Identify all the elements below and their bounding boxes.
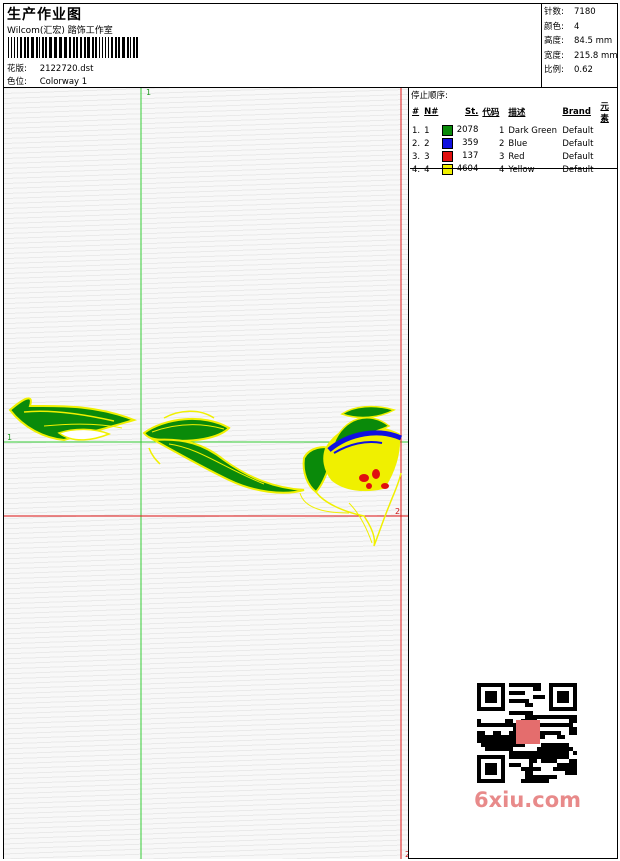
design-file-value: 2122720.dst (39, 64, 94, 74)
sequence-divider (410, 168, 617, 169)
stop-sequence-table: # N# St. 代码 描述 Brand 元素 1. 1 2078 1 Dark Gre… (410, 100, 617, 176)
col-num: N# (424, 107, 439, 117)
stat-scale-label: 比例: (544, 65, 564, 75)
stat-height-label: 高度: (544, 36, 564, 46)
row-index: 3. (412, 151, 421, 162)
col-hash: # (412, 107, 420, 117)
marker-1-top: 1 (146, 88, 151, 97)
row-desc: Blue (508, 138, 528, 149)
stats-divider (541, 3, 542, 87)
row-element (598, 163, 617, 176)
colorway-value: Colorway 1 (39, 77, 88, 87)
row-stitches-value: 2078 (456, 125, 479, 135)
stat-scale-value: 0.62 (574, 65, 593, 75)
row-brand: Default (562, 138, 594, 149)
row-number: 3 (424, 151, 430, 162)
row-code: 2 (498, 138, 505, 149)
marker-1-left: 1 (7, 433, 12, 442)
row-number: 4 (424, 164, 430, 175)
color-swatch (442, 151, 454, 162)
table-row: 4. 4 4604 4 Yellow Default (410, 163, 617, 176)
row-element (598, 137, 617, 150)
table-header-row: # N# St. 代码 描述 Brand 元素 (410, 100, 617, 124)
embroidery-preview: 1 1 2 2 (4, 88, 408, 859)
colorway-row: 色位: Colorway 1 (7, 75, 87, 87)
row-desc: Red (508, 151, 525, 162)
marker-2-bottom: 2 (405, 850, 408, 859)
row-code: 4 (498, 164, 505, 175)
row-brand: Default (562, 125, 594, 136)
stat-height-value: 84.5 mm (574, 36, 613, 46)
row-stitches: 2078 (440, 124, 480, 137)
design-canvas: 1 1 2 2 (4, 88, 408, 859)
table-row: 1. 1 2078 1 Dark Green Default (410, 124, 617, 137)
row-element (598, 150, 617, 163)
table-row: 2. 2 359 2 Blue Default (410, 137, 617, 150)
row-number: 2 (424, 138, 430, 149)
colorway-label: 色位: (7, 77, 27, 87)
stat-colors-label: 颜色: (544, 21, 564, 32)
row-stitches-value: 359 (462, 138, 479, 148)
design-file-row: 花版: 2122720.dst (7, 62, 93, 74)
marker-2-right: 2 (395, 507, 400, 516)
embroidery-motif (8, 397, 403, 547)
design-file-label: 花版: (7, 64, 27, 74)
stat-colors-value: 4 (574, 21, 580, 32)
row-index: 1. (412, 125, 421, 136)
stats-panel: 针数: 7180 颜色: 4 高度: 84.5 mm 宽度: 215.8 mm 比例: 0… (544, 5, 618, 78)
col-brand: Brand (562, 107, 591, 117)
color-swatch (442, 125, 454, 136)
stat-stitches: 针数: 7180 (544, 5, 618, 20)
stat-width-value: 215.8 mm (574, 50, 618, 61)
color-swatch (442, 138, 454, 149)
row-index: 4. (412, 164, 421, 175)
production-sheet: 生产作业图 Wilcom(汇宏) 踏饰工作室 花版: 2122720.dst 色… (0, 0, 620, 861)
stat-height: 高度: 84.5 mm (544, 34, 618, 49)
stat-colors: 颜色: 4 (544, 20, 618, 35)
row-desc: Dark Green (508, 125, 557, 136)
page-title: 生产作业图 (7, 7, 82, 23)
barcode-icon (8, 37, 138, 58)
row-code: 3 (498, 151, 505, 162)
row-brand: Default (562, 164, 594, 175)
stat-width: 宽度: 215.8 mm (544, 49, 618, 64)
row-brand: Default (562, 151, 594, 162)
row-stitches: 359 (440, 137, 480, 150)
row-stitches: 4604 (440, 163, 480, 176)
color-swatch (442, 164, 454, 175)
col-element: 元素 (600, 102, 609, 124)
studio-name: Wilcom(汇宏) 踏饰工作室 (7, 26, 113, 36)
col-desc: 描述 (508, 108, 526, 118)
col-stitches: St. (464, 107, 479, 117)
stat-stitches-label: 针数: (544, 7, 564, 17)
row-stitches: 137 (440, 150, 480, 163)
row-element (598, 124, 617, 137)
col-code: 代码 (482, 108, 500, 118)
row-index: 2. (412, 138, 421, 149)
seal-stamp-icon (516, 720, 540, 744)
row-stitches-value: 4604 (456, 164, 479, 174)
panel-divider (408, 88, 409, 859)
stat-scale: 比例: 0.62 (544, 63, 618, 78)
stat-width-label: 宽度: (544, 50, 564, 61)
table-row: 3. 3 137 3 Red Default (410, 150, 617, 163)
row-stitches-value: 137 (462, 151, 479, 161)
row-number: 1 (424, 125, 430, 136)
row-desc: Yellow (508, 164, 535, 175)
watermark-text: 6xiu.com (474, 788, 582, 812)
row-code: 1 (498, 125, 505, 136)
stat-stitches-value: 7180 (574, 7, 596, 17)
